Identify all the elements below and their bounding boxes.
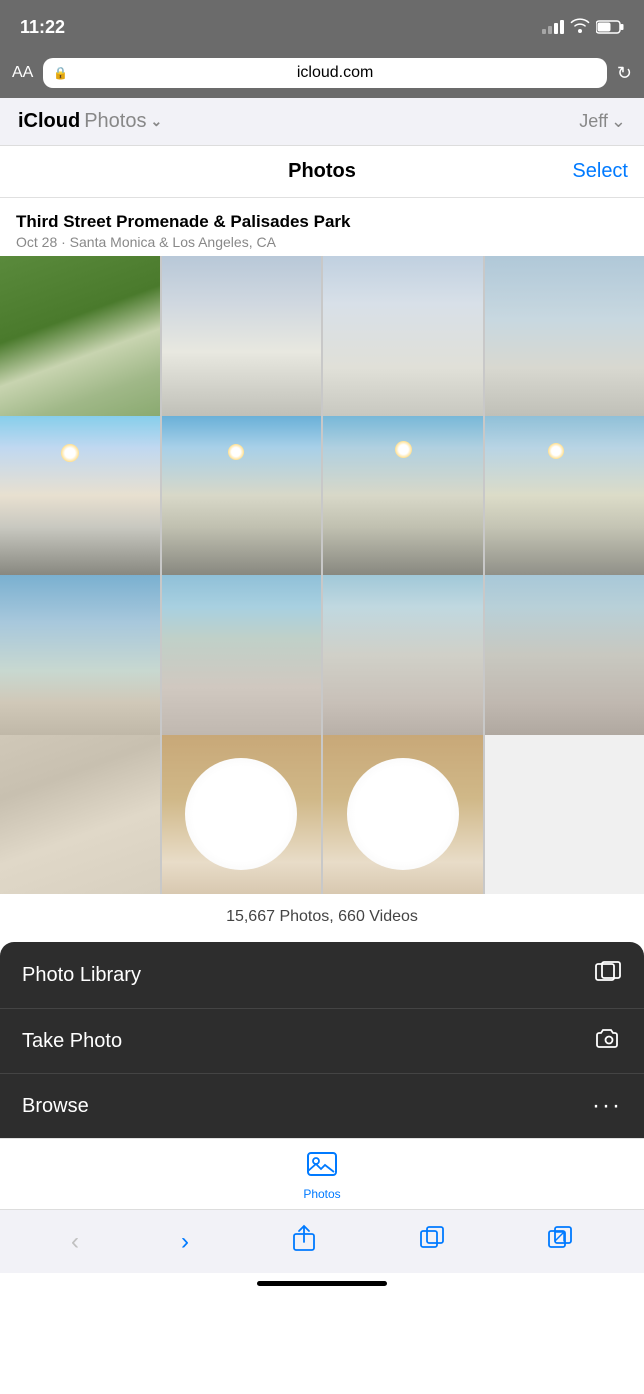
section-subtitle: Oct 28 · Santa Monica & Los Angeles, CA	[16, 234, 628, 250]
photos-nav-icon	[306, 1149, 338, 1184]
section-title: Third Street Promenade & Palisades Park	[16, 212, 628, 232]
app-title[interactable]: iCloud Photos ⌄	[18, 110, 162, 133]
photo-grid-row2	[0, 416, 644, 576]
photo-cell[interactable]	[0, 416, 160, 576]
photo-cell[interactable]	[323, 256, 483, 416]
url-bar[interactable]: 🔒 icloud.com	[43, 58, 607, 88]
browser-bar: AA 🔒 icloud.com ↻	[0, 50, 644, 98]
browse-item[interactable]: Browse ···	[0, 1074, 644, 1138]
photo-cell[interactable]	[485, 416, 644, 576]
lock-icon: 🔒	[53, 66, 68, 80]
wifi-icon	[570, 17, 590, 38]
more-icon: ···	[592, 1092, 622, 1120]
camera-icon	[596, 1027, 622, 1055]
app-chevron-icon: ⌄	[150, 113, 162, 130]
status-icons	[542, 17, 624, 38]
browse-label: Browse	[22, 1095, 89, 1118]
photo-library-item[interactable]: Photo Library	[0, 942, 644, 1009]
icloud-label: iCloud	[18, 110, 80, 133]
photo-count: 15,667 Photos, 660 Videos	[0, 894, 644, 940]
home-bar	[257, 1281, 387, 1286]
photo-cell[interactable]	[485, 575, 644, 735]
back-button[interactable]: ‹	[61, 1224, 89, 1260]
photo-cell[interactable]	[323, 575, 483, 735]
status-time: 11:22	[20, 17, 65, 38]
user-account-button[interactable]: Jeff ⌄	[579, 111, 626, 132]
photo-cell[interactable]	[323, 735, 483, 895]
photos-label: Photos	[84, 110, 146, 133]
action-sheet: Photo Library Take Photo Browse ···	[0, 942, 644, 1138]
section-header: Third Street Promenade & Palisades Park …	[0, 198, 644, 256]
nav-photos[interactable]: Photos	[0, 1149, 644, 1201]
bottom-nav: Photos	[0, 1138, 644, 1209]
signal-icon	[542, 20, 564, 34]
photo-cell[interactable]	[0, 735, 160, 895]
photo-cell[interactable]	[0, 575, 160, 735]
browser-bottom-nav: ‹ ›	[0, 1209, 644, 1273]
forward-button[interactable]: ›	[171, 1224, 199, 1260]
user-chevron-icon: ⌄	[611, 111, 626, 132]
battery-icon	[596, 20, 624, 34]
photo-count-label: 15,667 Photos, 660 Videos	[226, 908, 418, 925]
photo-cell[interactable]	[0, 256, 160, 416]
photos-title: Photos	[288, 160, 356, 183]
share-button[interactable]	[281, 1220, 327, 1263]
home-indicator	[0, 1273, 644, 1294]
photo-cell[interactable]	[162, 735, 322, 895]
new-tab-button[interactable]	[537, 1221, 583, 1262]
photo-library-icon	[594, 960, 622, 990]
photo-cell[interactable]	[162, 575, 322, 735]
take-photo-label: Take Photo	[22, 1030, 122, 1053]
photo-library-label: Photo Library	[22, 964, 141, 987]
url-text: icloud.com	[73, 64, 597, 82]
aa-button[interactable]: AA	[12, 64, 33, 82]
tabs-button[interactable]	[409, 1221, 455, 1262]
photo-cell[interactable]	[162, 416, 322, 576]
photo-grid-row1	[0, 256, 644, 416]
select-button[interactable]: Select	[572, 160, 628, 183]
take-photo-item[interactable]: Take Photo	[0, 1009, 644, 1074]
status-bar: 11:22	[0, 0, 644, 50]
nav-photos-label: Photos	[303, 1187, 340, 1201]
user-name-label: Jeff	[579, 111, 608, 132]
photo-cell[interactable]	[323, 416, 483, 576]
photo-grid-row3	[0, 575, 644, 735]
photo-grid-row4	[0, 735, 644, 895]
reload-button[interactable]: ↻	[617, 63, 632, 84]
photo-cell[interactable]	[485, 256, 644, 416]
app-header: iCloud Photos ⌄ Jeff ⌄	[0, 98, 644, 146]
photo-cell[interactable]	[162, 256, 322, 416]
photo-cell-empty	[485, 735, 644, 895]
photos-header: Photos Select	[0, 146, 644, 198]
